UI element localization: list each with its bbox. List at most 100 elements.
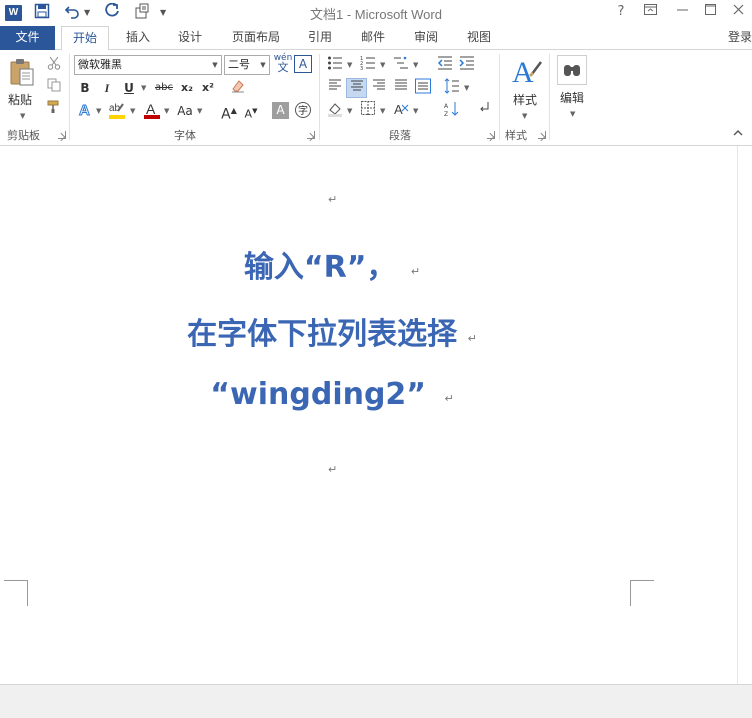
styles-dropdown-icon[interactable]: ▼: [522, 106, 527, 126]
svg-text:A: A: [444, 103, 449, 110]
document-page[interactable]: ↵ 输入“R”， ↵ 在字体下拉列表选择 ↵ “wingding2” ↵ ↵: [0, 146, 737, 684]
tab-home[interactable]: 开始: [61, 26, 109, 51]
maximize-icon[interactable]: [698, 2, 722, 22]
redo-icon[interactable]: [102, 2, 122, 23]
line-spacing-icon[interactable]: [442, 78, 462, 98]
highlight-color-icon[interactable]: ab: [106, 101, 128, 121]
italic-button[interactable]: I: [98, 78, 116, 98]
subscript-button[interactable]: x₂: [178, 78, 196, 98]
chevron-down-icon[interactable]: ▼: [209, 56, 221, 74]
strikethrough-button[interactable]: abc: [152, 78, 176, 98]
document-line-2-text: 在字体下拉列表选择: [187, 317, 458, 352]
phonetic-guide-button[interactable]: wén 文: [272, 53, 294, 77]
touch-mode-icon[interactable]: [132, 3, 152, 23]
paragraph-mark: ↵: [328, 463, 338, 476]
shading-icon[interactable]: [325, 101, 345, 121]
title-bar: W ▼ ▼ 文档1 - Microsoft Word ?: [0, 0, 752, 26]
align-right-icon[interactable]: [369, 78, 389, 98]
shrink-font-button[interactable]: A▼: [242, 101, 260, 121]
underline-dropdown-icon[interactable]: ▼: [141, 78, 146, 98]
document-line-3[interactable]: “wingding2” ↵: [0, 377, 664, 412]
enclose-characters-icon[interactable]: 字: [293, 101, 313, 121]
paragraph-launcher-icon[interactable]: [487, 131, 495, 139]
tab-page-layout[interactable]: 页面布局: [222, 26, 290, 50]
tab-review[interactable]: 审阅: [404, 26, 448, 50]
distributed-icon[interactable]: [413, 78, 433, 98]
text-effects-dropdown-icon[interactable]: ▼: [96, 101, 101, 121]
font-name-combo[interactable]: 微软雅黑 ▼: [74, 55, 222, 75]
styles-launcher-icon[interactable]: [538, 131, 546, 139]
vertical-scrollbar[interactable]: [737, 146, 752, 684]
change-case-button[interactable]: Aa: [174, 101, 196, 121]
styles-icon[interactable]: A: [510, 54, 544, 89]
sign-in-link[interactable]: 登录: [728, 28, 752, 45]
chinese-layout-icon[interactable]: A: [391, 101, 411, 121]
justify-icon[interactable]: [391, 78, 411, 98]
document-line-1[interactable]: 输入“R”， ↵: [0, 242, 664, 286]
numbering-dropdown-icon[interactable]: ▼: [380, 55, 385, 75]
tab-references[interactable]: 引用: [298, 26, 342, 50]
paste-icon[interactable]: [9, 57, 35, 87]
character-shading-button[interactable]: A: [272, 102, 289, 119]
align-center-icon[interactable]: [346, 78, 367, 98]
highlight-dropdown-icon[interactable]: ▼: [130, 101, 135, 121]
superscript-button[interactable]: x²: [199, 78, 217, 98]
tab-file[interactable]: 文件: [0, 26, 55, 50]
numbering-icon[interactable]: 123: [358, 55, 378, 75]
tab-view[interactable]: 视图: [457, 26, 501, 50]
font-size-value: 二号: [228, 58, 250, 71]
multilevel-dropdown-icon[interactable]: ▼: [413, 55, 418, 75]
chinese-layout-dropdown-icon[interactable]: ▼: [413, 101, 418, 121]
tab-mailings[interactable]: 邮件: [351, 26, 395, 50]
sort-icon[interactable]: AZ: [442, 101, 462, 121]
grow-font-button[interactable]: A▲: [220, 101, 238, 123]
tab-design[interactable]: 设计: [168, 26, 212, 50]
align-left-icon[interactable]: [325, 78, 345, 98]
show-formatting-marks-icon[interactable]: [474, 101, 494, 121]
undo-icon[interactable]: [62, 3, 82, 23]
phonetic-char: 文: [277, 61, 289, 74]
clear-formatting-icon[interactable]: [228, 78, 248, 98]
font-color-dropdown-icon[interactable]: ▼: [164, 101, 169, 121]
document-line-2[interactable]: 在字体下拉列表选择 ↵: [0, 309, 664, 353]
svg-text:A: A: [79, 102, 90, 117]
customize-qat-icon[interactable]: ▼: [160, 6, 168, 20]
change-case-dropdown-icon[interactable]: ▼: [197, 101, 202, 121]
underline-button[interactable]: U: [120, 78, 138, 98]
ribbon-display-options-icon[interactable]: [638, 2, 662, 22]
shading-dropdown-icon[interactable]: ▼: [347, 101, 352, 121]
word-app-icon[interactable]: W: [5, 5, 22, 21]
line-spacing-dropdown-icon[interactable]: ▼: [464, 78, 469, 98]
font-color-icon[interactable]: A: [142, 101, 162, 121]
format-painter-icon[interactable]: [44, 100, 64, 120]
help-button[interactable]: ?: [609, 2, 633, 22]
copy-icon[interactable]: [44, 78, 64, 98]
save-icon[interactable]: [32, 3, 52, 23]
chevron-down-icon[interactable]: ▼: [257, 56, 269, 74]
find-icon[interactable]: [557, 55, 587, 85]
character-border-icon[interactable]: A: [294, 55, 312, 73]
tab-insert[interactable]: 插入: [116, 26, 160, 50]
cut-icon[interactable]: [44, 56, 64, 76]
decrease-indent-icon[interactable]: [435, 55, 455, 75]
editing-dropdown-icon[interactable]: ▼: [570, 104, 575, 124]
bullets-icon[interactable]: [325, 55, 345, 75]
bold-button[interactable]: B: [76, 78, 94, 98]
borders-dropdown-icon[interactable]: ▼: [380, 101, 385, 121]
font-size-combo[interactable]: 二号 ▼: [224, 55, 270, 75]
borders-icon[interactable]: [358, 101, 378, 121]
collapse-ribbon-icon[interactable]: [731, 128, 745, 142]
close-icon[interactable]: [726, 2, 750, 22]
paste-options-dropdown-icon[interactable]: ▼: [20, 106, 25, 126]
clipboard-launcher-icon[interactable]: [58, 131, 66, 139]
bullets-dropdown-icon[interactable]: ▼: [347, 55, 352, 75]
multilevel-list-icon[interactable]: [391, 55, 411, 75]
increase-indent-icon[interactable]: [457, 55, 477, 75]
text-effects-icon[interactable]: A: [76, 101, 94, 121]
font-launcher-icon[interactable]: [307, 131, 315, 139]
undo-dropdown-icon[interactable]: ▼: [84, 6, 92, 20]
font-group-label: 字体: [174, 129, 196, 142]
minimize-icon[interactable]: [670, 2, 694, 22]
page-corner-mark-right: [630, 580, 654, 606]
paragraph-mark: ↵: [444, 392, 454, 405]
